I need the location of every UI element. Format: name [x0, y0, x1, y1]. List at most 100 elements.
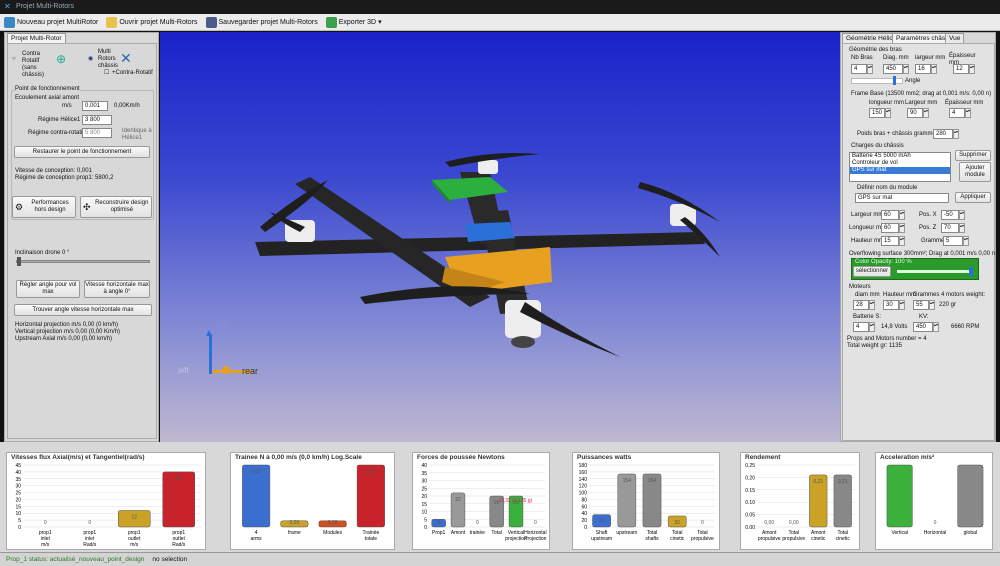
3d-viewport[interactable]: ▲ top left rear [160, 32, 840, 442]
largeur2-label: Largeur mm [905, 100, 938, 106]
charges-list[interactable]: Batterie 4S 5000 mAh Controleur de vol G… [849, 152, 951, 182]
multi-radio[interactable]: ◉ [88, 56, 93, 63]
volts-text: 14,8 Volts [881, 324, 908, 330]
grammes-spinner[interactable]: ▴▾ [963, 236, 969, 246]
contra-radio[interactable]: ○ [12, 56, 16, 63]
diam-input[interactable]: 28 [853, 300, 869, 310]
nom-input[interactable]: GPS sur mat [855, 193, 949, 203]
chart-svg: 0.250.200.150.100.050.000,00Amontpropuls… [745, 463, 855, 542]
chart-svg: 4540353025201510500prop1inletm/s0prop1in… [15, 463, 201, 548]
contra-input[interactable]: 5 800 [82, 128, 112, 138]
poids-spinner[interactable]: ▴▾ [953, 129, 959, 139]
list-item[interactable]: GPS sur mat [850, 167, 950, 174]
y-tick-label: 160 [579, 470, 588, 476]
module-longueur-input[interactable]: 60 [881, 223, 899, 233]
module-hauteur-input[interactable]: 15 [881, 236, 899, 246]
new-project-button[interactable]: Nouveau projet MultiRotor [4, 16, 98, 28]
performances-button[interactable]: ⚙ Performances hors design [12, 196, 76, 218]
chart-trainee: Trainee N à 0,00 m/s (0,0 km/h) Log.Scal… [230, 452, 395, 550]
gram-spinner[interactable]: ▴▾ [929, 300, 935, 310]
opacity-slider[interactable] [897, 270, 973, 273]
hauteur-moteur-spinner[interactable]: ▴▾ [899, 300, 905, 310]
module-largeur-input[interactable]: 60 [881, 210, 899, 220]
frame-largeur-input[interactable]: 90 [907, 108, 923, 118]
rpm-text: 6660 RPM [951, 324, 980, 330]
longueur-label: longueur mm [869, 100, 905, 106]
axis-left-label: left [178, 366, 189, 375]
module-hauteur-spinner[interactable]: ▴▾ [899, 236, 905, 246]
y-tick-label: 20 [581, 518, 587, 524]
axis-gizmo: ▲ top left rear [178, 322, 259, 376]
posx-input[interactable]: -50 [941, 210, 959, 220]
frame-epaisseur-spinner[interactable]: ▴▾ [965, 108, 971, 118]
batterie-input[interactable]: 4 [853, 322, 869, 332]
chart-svg: 18016014012010080604020036Shaftupstream1… [579, 463, 715, 542]
category-label: m/s [41, 542, 50, 548]
contra-check-label: +Contra-Rotatif [112, 70, 153, 76]
frame-largeur-spinner[interactable]: ▴▾ [923, 108, 929, 118]
diag-input[interactable]: 450 [883, 64, 903, 74]
poids-input[interactable]: 280 [933, 129, 953, 139]
largeur-spinner[interactable]: ▴▾ [931, 64, 937, 74]
axis-top-label: top [217, 322, 229, 331]
nb-bras-input[interactable]: 4 [851, 64, 867, 74]
category-label: Vertical [891, 530, 907, 536]
epaisseur-spinner[interactable]: ▴▾ [969, 64, 975, 74]
helice-input[interactable]: 3 800 [82, 115, 112, 125]
selectionner-button[interactable]: sélectionner [853, 266, 891, 277]
angle-thumb[interactable] [893, 76, 896, 85]
posz-input[interactable]: 70 [941, 223, 959, 233]
category-label: Prop1 [432, 530, 446, 536]
geo-title: Géométrie des bras [849, 47, 902, 53]
y-tick-label: 80 [581, 497, 587, 503]
frame-epaisseur-input[interactable]: 4 [949, 108, 965, 118]
inclinaison-slider[interactable] [16, 260, 150, 263]
diag-label: Diag. mm [883, 55, 909, 61]
ajouter-button[interactable]: Ajouter module [959, 162, 991, 182]
open-project-button[interactable]: Ouvrir projet Multi-Rotors [106, 16, 198, 28]
diag-spinner[interactable]: ▴▾ [903, 64, 909, 74]
opacity-thumb[interactable] [969, 267, 973, 276]
trouver-angle-button[interactable]: Trouver angle vitesse horizontale max [14, 304, 152, 316]
epaisseur-input[interactable]: 12 [953, 64, 969, 74]
frame-longueur-input[interactable]: 150 [869, 108, 885, 118]
regler-angle-button[interactable]: Régler angle pour vol max [16, 280, 80, 298]
nb-bras-spinner[interactable]: ▴▾ [867, 64, 873, 74]
y-tick-label: 10 [421, 510, 427, 516]
kv-spinner[interactable]: ▴▾ [933, 322, 939, 332]
reconstruire-button[interactable]: ✣ Reconstruire design optimisé [80, 196, 152, 218]
save-project-button[interactable]: Sauvegarder projet Multi-Rotors [205, 16, 318, 28]
y-tick-label: 15 [15, 504, 21, 510]
slider-thumb[interactable] [17, 257, 21, 266]
kv-input[interactable]: 450 [913, 322, 933, 332]
left-tab-content: ○ Contra Rotatif (sans châssis) ⊕ ◉ Mult… [7, 43, 157, 439]
module-largeur-spinner[interactable]: ▴▾ [899, 210, 905, 220]
frame-longueur-spinner[interactable]: ▴▾ [885, 108, 891, 118]
largeur-input[interactable]: 16 [915, 64, 931, 74]
tab-projet[interactable]: Projet Multi-Rotor [7, 33, 66, 43]
nb-bras-label: Nb Bras [851, 55, 873, 61]
hauteur-moteur-input[interactable]: 30 [883, 300, 899, 310]
posz-spinner[interactable]: ▴▾ [959, 223, 965, 233]
hauteur-mm-label: Hauteur mm [851, 238, 885, 244]
frame-title: Frame Base (13500 mm2; drag at 0,001 m/s… [851, 91, 992, 97]
appliquer-button[interactable]: Appliquer [955, 192, 991, 203]
restore-button[interactable]: Restaurer le point de fonctionnement [14, 146, 150, 158]
diam-spinner[interactable]: ▴▾ [869, 300, 875, 310]
tab-vue[interactable]: Vue [945, 33, 965, 43]
export-3d-button[interactable]: Exporter 3D ▾ [325, 16, 382, 28]
grammes-input[interactable]: 5 [943, 236, 963, 246]
gram-input[interactable]: 55 [913, 300, 929, 310]
posx-spinner[interactable]: ▴▾ [959, 210, 965, 220]
list-item[interactable]: Batterie 4S 5000 mAh [850, 153, 950, 160]
flow-input[interactable]: 0,001 [82, 101, 108, 111]
multi-label: Multi Rotors châssis [98, 49, 119, 69]
batterie-spinner[interactable]: ▴▾ [869, 322, 875, 332]
supprimer-button[interactable]: Supprimer [955, 150, 991, 161]
vitesse-max-button[interactable]: Vitesse horizontale max à angle 0° [84, 280, 150, 298]
module-longueur-spinner[interactable]: ▴▾ [899, 223, 905, 233]
vitesse-conc: Vitesse de conception: 0,001 [15, 168, 92, 174]
category-label: cinetic [811, 536, 826, 542]
list-item[interactable]: Controleur de vol [850, 160, 950, 167]
contra-checkbox[interactable]: ☐ [104, 70, 109, 77]
